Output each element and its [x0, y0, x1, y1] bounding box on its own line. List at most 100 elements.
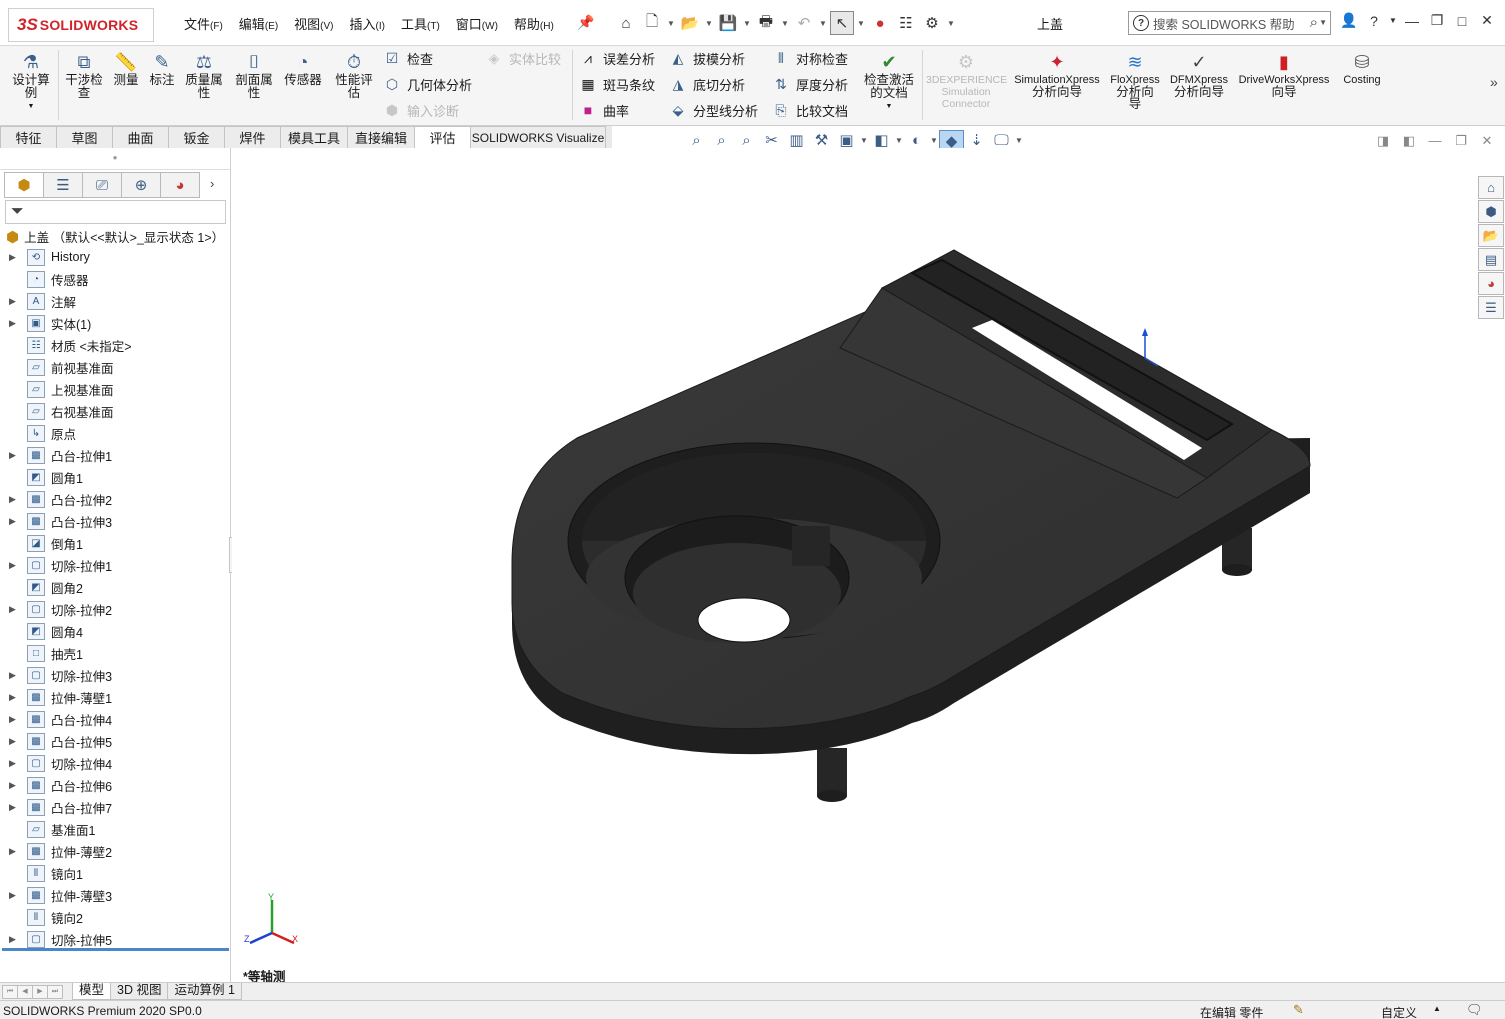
viewport-restore-icon[interactable]: ❐ [1448, 133, 1474, 149]
feature-tree-node[interactable]: ▱ 上视基准面 [0, 378, 230, 400]
viewport-next-icon[interactable]: ◧ [1396, 133, 1422, 149]
compare-bodies-button[interactable]: ◈ 实体比较 [484, 49, 561, 68]
help-search-box[interactable]: ? 搜索 SOLIDWORKS 帮助 ⌕ ▼ [1128, 11, 1331, 35]
feature-tree-node[interactable]: ▶ ▣ 实体(1) [0, 312, 230, 334]
simulationxpress-button[interactable]: ✦ SimulationXpress 分析向导 [1010, 50, 1104, 98]
open-icon[interactable]: 📂 [678, 11, 702, 35]
file-explorer-icon[interactable]: 📂 [1478, 224, 1504, 247]
dimxpertmanager-tab-icon[interactable]: ⊕ [121, 172, 161, 198]
undo-icon[interactable]: ↶ [792, 11, 816, 35]
floxpress-button[interactable]: ≋ FloXpress 分析向 导 [1108, 50, 1162, 110]
mass-properties-button[interactable]: ⚖ 质量属性 [182, 50, 226, 100]
design-study-button[interactable]: ⚗ 设计算例 ▼ [8, 50, 54, 113]
feature-tree-filter[interactable]: ⏷ [5, 200, 226, 224]
feature-tree-node[interactable]: ▶ ▩ 凸台-拉伸7 [0, 796, 230, 818]
pin-menu-icon[interactable]: 📌 [577, 14, 594, 31]
expand-arrow-icon[interactable]: ▶ [9, 494, 16, 505]
sensor-button[interactable]: ◔ 传感器 [280, 50, 326, 87]
expand-arrow-icon[interactable]: ▶ [9, 670, 16, 681]
view-palette-icon[interactable]: ▤ [1478, 248, 1504, 271]
options-gear-icon[interactable]: ⚙ [920, 11, 944, 35]
save-dropdown-icon[interactable]: ▼ [742, 11, 752, 35]
feature-tree-node[interactable]: □ 抽壳1 [0, 642, 230, 664]
manager-tabs-more-icon[interactable]: › [210, 176, 214, 191]
feature-tree-node[interactable]: ▶ ▩ 凸台-拉伸3 [0, 510, 230, 532]
tab-solidworks-visualize[interactable]: SOLIDWORKS Visualize [470, 126, 606, 148]
feature-tree-node[interactable]: ▶ ▢ 切除-拉伸2 [0, 598, 230, 620]
expand-arrow-icon[interactable]: ▶ [9, 516, 16, 527]
feature-tree-node[interactable]: ▶ ▢ 切除-拉伸5 [0, 928, 230, 950]
part-model-render[interactable]: Y X Z [232, 148, 1505, 982]
help-icon[interactable]: ? [1363, 13, 1385, 29]
tab-3d-views[interactable]: 3D 视图 [110, 983, 169, 1000]
configurationmanager-tab-icon[interactable]: ⎚ [82, 172, 122, 198]
undo-dropdown-icon[interactable]: ▼ [818, 11, 828, 35]
tab-sketch[interactable]: 草图 [56, 126, 113, 148]
new-dropdown-icon[interactable]: ▼ [666, 11, 676, 35]
file-properties-icon[interactable]: ☷ [894, 11, 918, 35]
design-study-dropdown-icon[interactable]: ▼ [8, 100, 54, 113]
tab-weldments[interactable]: 焊件 [224, 126, 281, 148]
symmetry-check-button[interactable]: ⫴ 对称检查 [771, 49, 848, 68]
expand-arrow-icon[interactable]: ▶ [9, 692, 16, 703]
solidworks-logo[interactable]: 3S SOLIDWORKS [8, 8, 154, 42]
interference-check-button[interactable]: ⧉ 干涉检查 [62, 50, 106, 100]
menu-file[interactable]: 文件(F) [184, 14, 223, 33]
unit-system[interactable]: 自定义 [1381, 1004, 1417, 1019]
custom-properties-icon[interactable]: ☰ [1478, 296, 1504, 319]
measure-button[interactable]: 📏 测量 [110, 50, 142, 87]
check-active-document-dropdown-icon[interactable]: ▼ [860, 100, 918, 113]
feature-tree-node[interactable]: ⫴ 镜向2 [0, 906, 230, 928]
tab-direct-editing[interactable]: 直接编辑 [347, 126, 415, 148]
rebuild-traffic-light-icon[interactable]: ● [868, 11, 892, 35]
feature-tree-node[interactable]: ▱ 基准面1 [0, 818, 230, 840]
panel-grip[interactable]: ● [0, 148, 230, 170]
expand-arrow-icon[interactable]: ▶ [9, 758, 16, 769]
feature-tree-node[interactable]: ◪ 倒角1 [0, 532, 230, 554]
draft-analysis-button[interactable]: ◭ 拔模分析 [668, 49, 745, 68]
feature-tree-node[interactable]: ↳ 原点 [0, 422, 230, 444]
curvature-button[interactable]: ■ 曲率 [578, 101, 629, 120]
help-dropdown-icon[interactable]: ▼ [1388, 16, 1398, 25]
expand-arrow-icon[interactable]: ▶ [9, 846, 16, 857]
next-tab-icon[interactable]: ▶ [32, 984, 48, 999]
expand-arrow-icon[interactable]: ▶ [9, 318, 16, 329]
expand-arrow-icon[interactable]: ▶ [9, 252, 16, 263]
search-icon[interactable]: ⌕ [1310, 14, 1318, 31]
save-icon[interactable]: 💾 [716, 11, 740, 35]
dfmxpress-button[interactable]: ✓ DFMXpress 分析向导 [1166, 50, 1232, 98]
feature-tree-node[interactable]: ▱ 右视基准面 [0, 400, 230, 422]
menu-tools[interactable]: 工具(T) [401, 14, 440, 33]
print-dropdown-icon[interactable]: ▼ [780, 11, 790, 35]
feature-tree-node[interactable]: ◔ 传感器 [0, 268, 230, 290]
feature-tree-node[interactable]: ☷ 材质 <未指定> [0, 334, 230, 356]
geometry-analysis-button[interactable]: ⬡ 几何体分析 [382, 75, 472, 94]
viewport-minimize-icon[interactable]: — [1422, 133, 1448, 149]
restore-icon[interactable]: ❐ [1426, 12, 1448, 29]
user-account-icon[interactable]: 👤 [1338, 12, 1360, 29]
prev-tab-icon[interactable]: ◀ [17, 984, 33, 999]
3dexperience-simulation-connector-button[interactable]: ⚙ 3DEXPERIENCE Simulation Connector [926, 50, 1007, 110]
feature-tree-node[interactable]: ◩ 圆角1 [0, 466, 230, 488]
expand-arrow-icon[interactable]: ▶ [9, 714, 16, 725]
solidworks-resources-icon[interactable]: ⌂ [1478, 176, 1504, 199]
feature-tree-node[interactable]: ⫴ 镜向1 [0, 862, 230, 884]
tab-mold-tools[interactable]: 模具工具 [280, 126, 348, 148]
search-input[interactable]: 搜索 SOLIDWORKS 帮助 [1153, 14, 1295, 33]
messages-icon[interactable]: 🗨 [1466, 1002, 1483, 1018]
select-dropdown-icon[interactable]: ▼ [856, 11, 866, 35]
menu-insert[interactable]: 插入(I) [350, 14, 385, 33]
expand-arrow-icon[interactable]: ▶ [9, 604, 16, 615]
new-document-icon[interactable]: 🗋 [640, 11, 664, 35]
feature-tree-node[interactable]: ▶ ▢ 切除-拉伸3 [0, 664, 230, 686]
undercut-analysis-button[interactable]: ◮ 底切分析 [668, 75, 745, 94]
section-properties-button[interactable]: ⌷ 剖面属性 [232, 50, 276, 100]
tab-model[interactable]: 模型 [72, 983, 112, 1000]
feature-tree-node[interactable]: ◩ 圆角4 [0, 620, 230, 642]
feature-tree-node[interactable]: ▶ ▢ 切除-拉伸1 [0, 554, 230, 576]
performance-evaluation-button[interactable]: ⏱ 性能评估 [332, 50, 376, 100]
expand-arrow-icon[interactable]: ▶ [9, 296, 16, 307]
open-dropdown-icon[interactable]: ▼ [704, 11, 714, 35]
feature-tree-node[interactable]: ▶ ▩ 凸台-拉伸2 [0, 488, 230, 510]
feature-tree-node[interactable]: ▶ ▩ 拉伸-薄壁3 [0, 884, 230, 906]
